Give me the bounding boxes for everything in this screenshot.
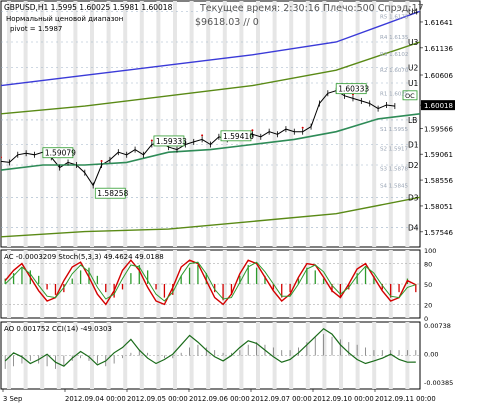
level-label-D2: D2 [408,161,419,170]
stoch-tick-label: 100 [424,247,436,255]
rs-label: R1 1.6025 [380,91,409,97]
session-band-main [339,1,343,247]
chart-root: 1.590791.593331.582581.594101.60333OC 1.… [0,0,455,403]
rs-label: S3 1.5878 [380,167,408,173]
price-box-label: 1.59410 [223,132,254,141]
session-band-main [23,1,28,247]
price-tick-label: 1.59566 [424,125,453,133]
session-band-main [372,1,377,247]
stoch-tick-label: 20 [424,301,432,309]
session-band-main [106,1,111,247]
level-label-D3: D3 [408,193,419,202]
fractal-marker [100,160,103,162]
level-label-LB: LB [408,116,417,125]
session-band-main [123,1,128,247]
session-band-main [90,1,94,247]
stoch-tick-label: 80 [424,261,432,269]
session-band-main [7,1,11,247]
stoch-tick-label: 50 [424,281,432,289]
price-tick-label: 1.61641 [424,19,453,27]
level-label-D1: D1 [408,141,419,150]
time-line: Текущее время: 2:30:16 Плечо:500 Спрэд:1… [199,3,424,14]
ao-tick-label: 0.00 [424,351,438,359]
session-band-main [239,1,244,247]
session-band-main [156,1,161,247]
price-tick-label: 1.60606 [424,72,453,80]
session-band-main [56,1,61,247]
fractal-marker [1,156,2,159]
price-tick-label: 1.59061 [424,151,453,159]
current-price-label: 1.60018 [424,102,453,110]
session-band-main [305,1,310,247]
session-band-main [222,1,227,247]
session-band-main [256,1,260,247]
stoch-title: AC -0.0003209 Stoch(5,3,3) 49.4624 49.01… [4,253,164,261]
rs-label: S1 1.5955 [380,127,408,133]
price-axis: 1.61641 1.61136 1.60606 1.60018 1.59566 1.590… [420,19,455,387]
time-tick-label: 2012.09.04 00:00 [65,395,126,403]
level-label-U2: U2 [408,64,418,73]
session-band-main [189,1,194,247]
level-label-D4: D4 [408,224,419,233]
time-tick-label: 2012.09.11 00:00 [375,395,436,403]
price-box-label: 1.59333 [156,137,187,146]
time-tick-label: 3 Sep [3,395,22,403]
fractal-marker [301,126,304,129]
price-box-label: 1.59079 [45,149,76,158]
indicator-name: Нормальный ценовой диапазон [6,15,123,23]
ao-tick-label: 0.00738 [424,322,451,330]
session-band-main [322,1,327,247]
time-tick-label: 2012.09.07 00:00 [251,395,312,403]
price-tick-label: 1.58051 [424,203,453,211]
rs-label: S4 1.5845 [380,184,408,190]
balance-line: $9618.03 // 0 [195,17,259,28]
rs-label: R2 1.6070 [380,68,409,74]
session-band-main [73,1,78,247]
level-label-U1: U1 [408,79,418,88]
time-axis: 3 Sep 2012.09.04 00:00 2012.09.05 00:00 201… [2,389,436,403]
price-tick-label: 1.61136 [424,45,453,53]
rs-label: R4 1.6135 [380,35,409,41]
level-label-U3: U3 [408,38,418,47]
session-band-main [173,1,177,247]
price-box-label: 1.60333 [338,85,369,94]
price-box-label: 1.58258 [97,189,128,198]
session-band-main [272,1,277,247]
fractal-marker [150,139,153,142]
pivot-label: pivot = 1.5987 [10,25,62,33]
session-band-main [40,1,45,247]
rs-label: R3 1.6102 [380,52,408,58]
price-tick-label: 1.58556 [424,177,453,185]
symbol-line: GBPUSD,H1 1.5995 1.60025 1.5981 1.60018 [4,3,173,12]
time-tick-label: 2012.09.05 00:00 [127,395,188,403]
time-tick-label: 2012.09.10 00:00 [313,395,374,403]
ao-tick-label: -0.00385 [424,379,453,387]
fractal-marker [201,134,204,137]
time-tick-label: 2012.09.06 00:00 [189,395,250,403]
session-band-main [289,1,294,247]
rs-label: R5 1.6175 [380,14,409,20]
rs-label: S2 1.5917 [380,147,408,153]
ao-title: AO 0.001752 CCI(14) -49.0303 [4,325,112,333]
session-band-main [139,1,144,247]
price-tick-label: 1.57546 [424,229,453,237]
session-band-main [206,1,211,247]
